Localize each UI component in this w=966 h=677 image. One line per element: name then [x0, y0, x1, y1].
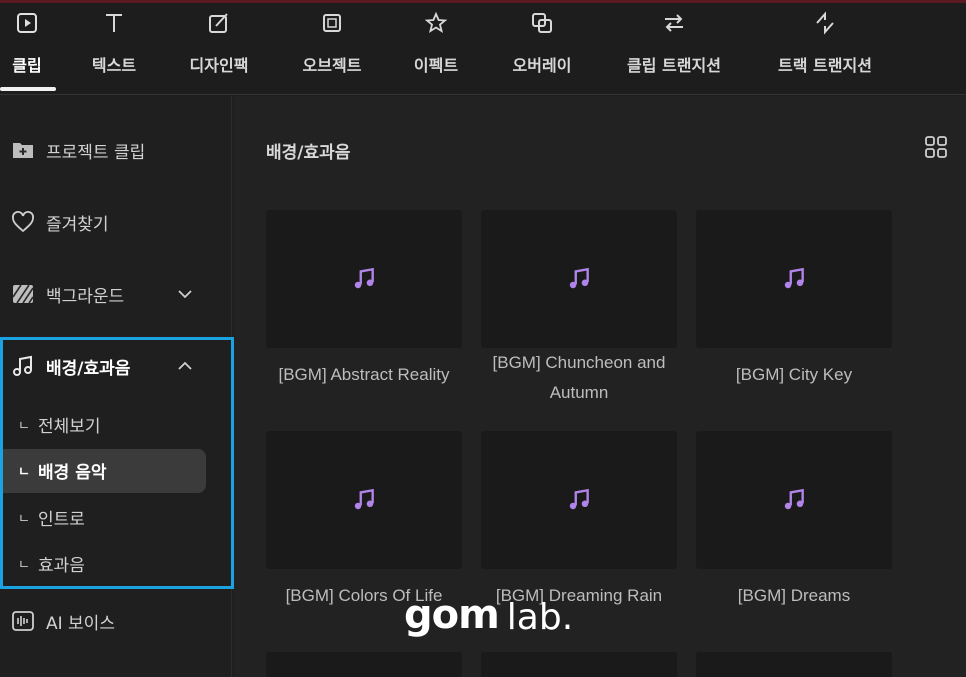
- highlight-annotation-box: [0, 337, 234, 589]
- card-thumbnail: [696, 210, 892, 348]
- text-icon: [101, 10, 127, 36]
- media-card[interactable]: [BGM] Dreaming Rain: [481, 431, 677, 611]
- tab-label: 디자인팩: [189, 56, 249, 75]
- tab-label: 클립 트랜지션: [627, 56, 721, 75]
- play-clip-icon: [14, 10, 40, 36]
- effect-star-icon: [423, 10, 449, 36]
- watermark-part2: lab.: [506, 597, 574, 638]
- media-card[interactable]: [BGM] Chuncheon and Autumn: [481, 210, 677, 408]
- sidebar-item-label: AI 보이스: [46, 613, 115, 634]
- ai-voice-icon: [10, 608, 36, 634]
- sidebar-item-ai-voice[interactable]: AI 보이스: [0, 601, 232, 641]
- project-folder-icon: [10, 137, 36, 163]
- background-pattern-icon: [10, 281, 36, 307]
- media-card-partial[interactable]: [266, 652, 462, 677]
- tab-label: 클립: [12, 56, 42, 75]
- gomlab-watermark: gom lab.: [404, 592, 573, 638]
- tab-label: 오버레이: [512, 56, 572, 75]
- card-title: [BGM] City Key: [735, 365, 853, 384]
- card-title: [BGM] Abstract Reality: [278, 365, 450, 384]
- tab-object[interactable]: 오브젝트: [298, 3, 366, 95]
- tab-track-transition[interactable]: 트랙 트랜지션: [772, 3, 878, 95]
- card-thumbnail: [481, 210, 677, 348]
- tab-label: 텍스트: [91, 56, 137, 75]
- music-note-icon: [569, 267, 589, 289]
- tab-text[interactable]: 텍스트: [88, 3, 140, 95]
- media-card[interactable]: [BGM] City Key: [696, 210, 892, 390]
- media-card[interactable]: [BGM] Dreams: [696, 431, 892, 611]
- media-card-partial[interactable]: [696, 652, 892, 677]
- watermark-part1: gom: [404, 592, 500, 638]
- sidebar-item-favorites[interactable]: 즐겨찾기: [0, 202, 232, 242]
- tab-label: 오브젝트: [302, 56, 362, 75]
- tab-clip-transition[interactable]: 클립 트랜지션: [622, 3, 726, 95]
- sidebar-item-background[interactable]: 백그라운드: [0, 274, 232, 314]
- tab-label: 이펙트: [413, 56, 459, 75]
- music-note-icon: [569, 488, 589, 510]
- sidebar-item-label: 즐겨찾기: [46, 214, 109, 235]
- card-thumbnail: [481, 431, 677, 569]
- active-tab-indicator: [0, 87, 56, 91]
- tab-effect[interactable]: 이펙트: [410, 3, 462, 95]
- toolbar: 클립 텍스트 디자인팩 오브젝트 이펙트 오버레이 클립 트랜지션 트랙 트랜지…: [0, 3, 966, 95]
- sidebar-item-label: 백그라운드: [46, 286, 125, 307]
- overlay-icon: [529, 10, 555, 36]
- tab-clip[interactable]: 클립: [2, 3, 52, 95]
- tab-label: 트랙 트랜지션: [778, 56, 872, 75]
- grid-view-icon[interactable]: [924, 135, 948, 159]
- media-card[interactable]: [BGM] Colors Of Life: [266, 431, 462, 611]
- music-note-icon: [354, 267, 374, 289]
- card-title: [BGM] Dreams: [737, 586, 851, 605]
- card-thumbnail: [266, 210, 462, 348]
- media-card[interactable]: [BGM] Abstract Reality: [266, 210, 462, 390]
- music-note-icon: [784, 267, 804, 289]
- design-pack-icon: [206, 10, 232, 36]
- clip-transition-icon: [661, 10, 687, 36]
- heart-icon: [10, 209, 36, 235]
- media-card-partial[interactable]: [481, 652, 677, 677]
- chevron-down-icon[interactable]: [175, 284, 195, 304]
- tab-design-pack[interactable]: 디자인팩: [186, 3, 252, 95]
- main-content: 배경/효과음 [BGM] Abstract Reality [BGM] Chun…: [234, 96, 966, 677]
- sidebar-item-label: 프로젝트 클립: [46, 142, 146, 163]
- object-icon: [319, 10, 345, 36]
- sidebar-item-project-clip[interactable]: 프로젝트 클립: [0, 130, 232, 170]
- music-note-icon: [784, 488, 804, 510]
- music-note-icon: [354, 488, 374, 510]
- page-title: 배경/효과음: [266, 143, 351, 163]
- track-transition-icon: [812, 10, 838, 36]
- card-thumbnail: [266, 431, 462, 569]
- card-title: [BGM] Chuncheon and Autumn: [492, 353, 666, 402]
- tab-overlay[interactable]: 오버레이: [508, 3, 576, 95]
- card-thumbnail: [696, 431, 892, 569]
